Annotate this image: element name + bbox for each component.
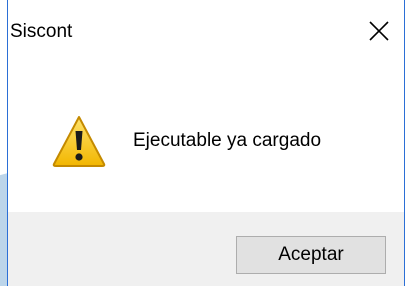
- title-bar: Siscont: [8, 0, 404, 62]
- accept-button[interactable]: Aceptar: [236, 236, 386, 274]
- window-title: Siscont: [10, 21, 73, 42]
- warning-icon: [52, 116, 106, 167]
- close-icon: [369, 21, 389, 41]
- dialog-content: Ejecutable ya cargado: [8, 62, 404, 212]
- message-dialog: Siscont Ejecutable ya cargado Aceptar: [7, 0, 405, 286]
- screen: Siscont Ejecutable ya cargado Aceptar: [0, 0, 405, 286]
- close-button[interactable]: [354, 0, 404, 62]
- dialog-message: Ejecutable ya cargado: [133, 130, 322, 151]
- dialog-footer: Aceptar: [8, 212, 404, 286]
